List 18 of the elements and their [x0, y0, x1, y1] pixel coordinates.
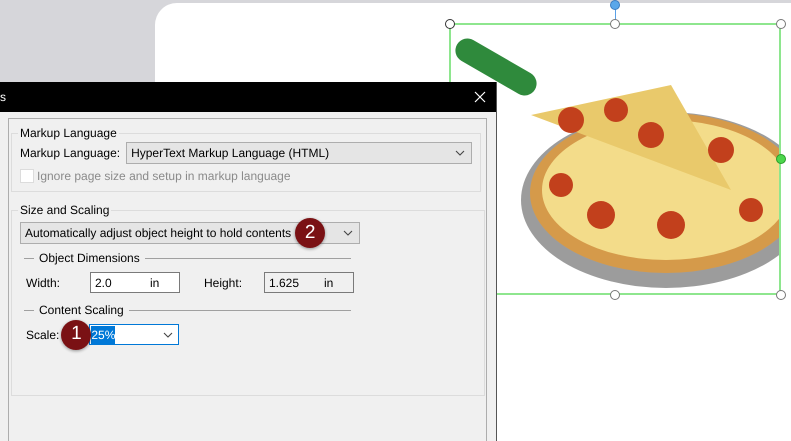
rotate-handle[interactable]: [610, 0, 620, 10]
field-label: Height:: [204, 274, 244, 292]
chevron-icon: [455, 150, 465, 156]
section-heading: Content Scaling: [39, 302, 124, 319]
scale-combobox[interactable]: 25%: [89, 324, 180, 345]
chevron-icon: [343, 230, 353, 236]
text-field[interactable]: 2.0 in: [90, 272, 180, 293]
checkbox-label: Ignore page size and setup in markup language: [37, 168, 291, 185]
field-label: Markup Language:: [20, 145, 120, 162]
close-icon: [474, 91, 486, 103]
group-title: Markup Language: [18, 126, 119, 141]
field-label: Scale:: [26, 326, 60, 344]
dialog-title: s: [0, 89, 6, 106]
group-title: Size and Scaling: [18, 203, 112, 218]
section-heading: Object Dimensions: [39, 250, 140, 267]
chevron-icon: [163, 332, 174, 338]
field-label: Width:: [26, 274, 62, 292]
language-dropdown[interactable]: HyperText Markup Language (HTML): [126, 142, 472, 164]
